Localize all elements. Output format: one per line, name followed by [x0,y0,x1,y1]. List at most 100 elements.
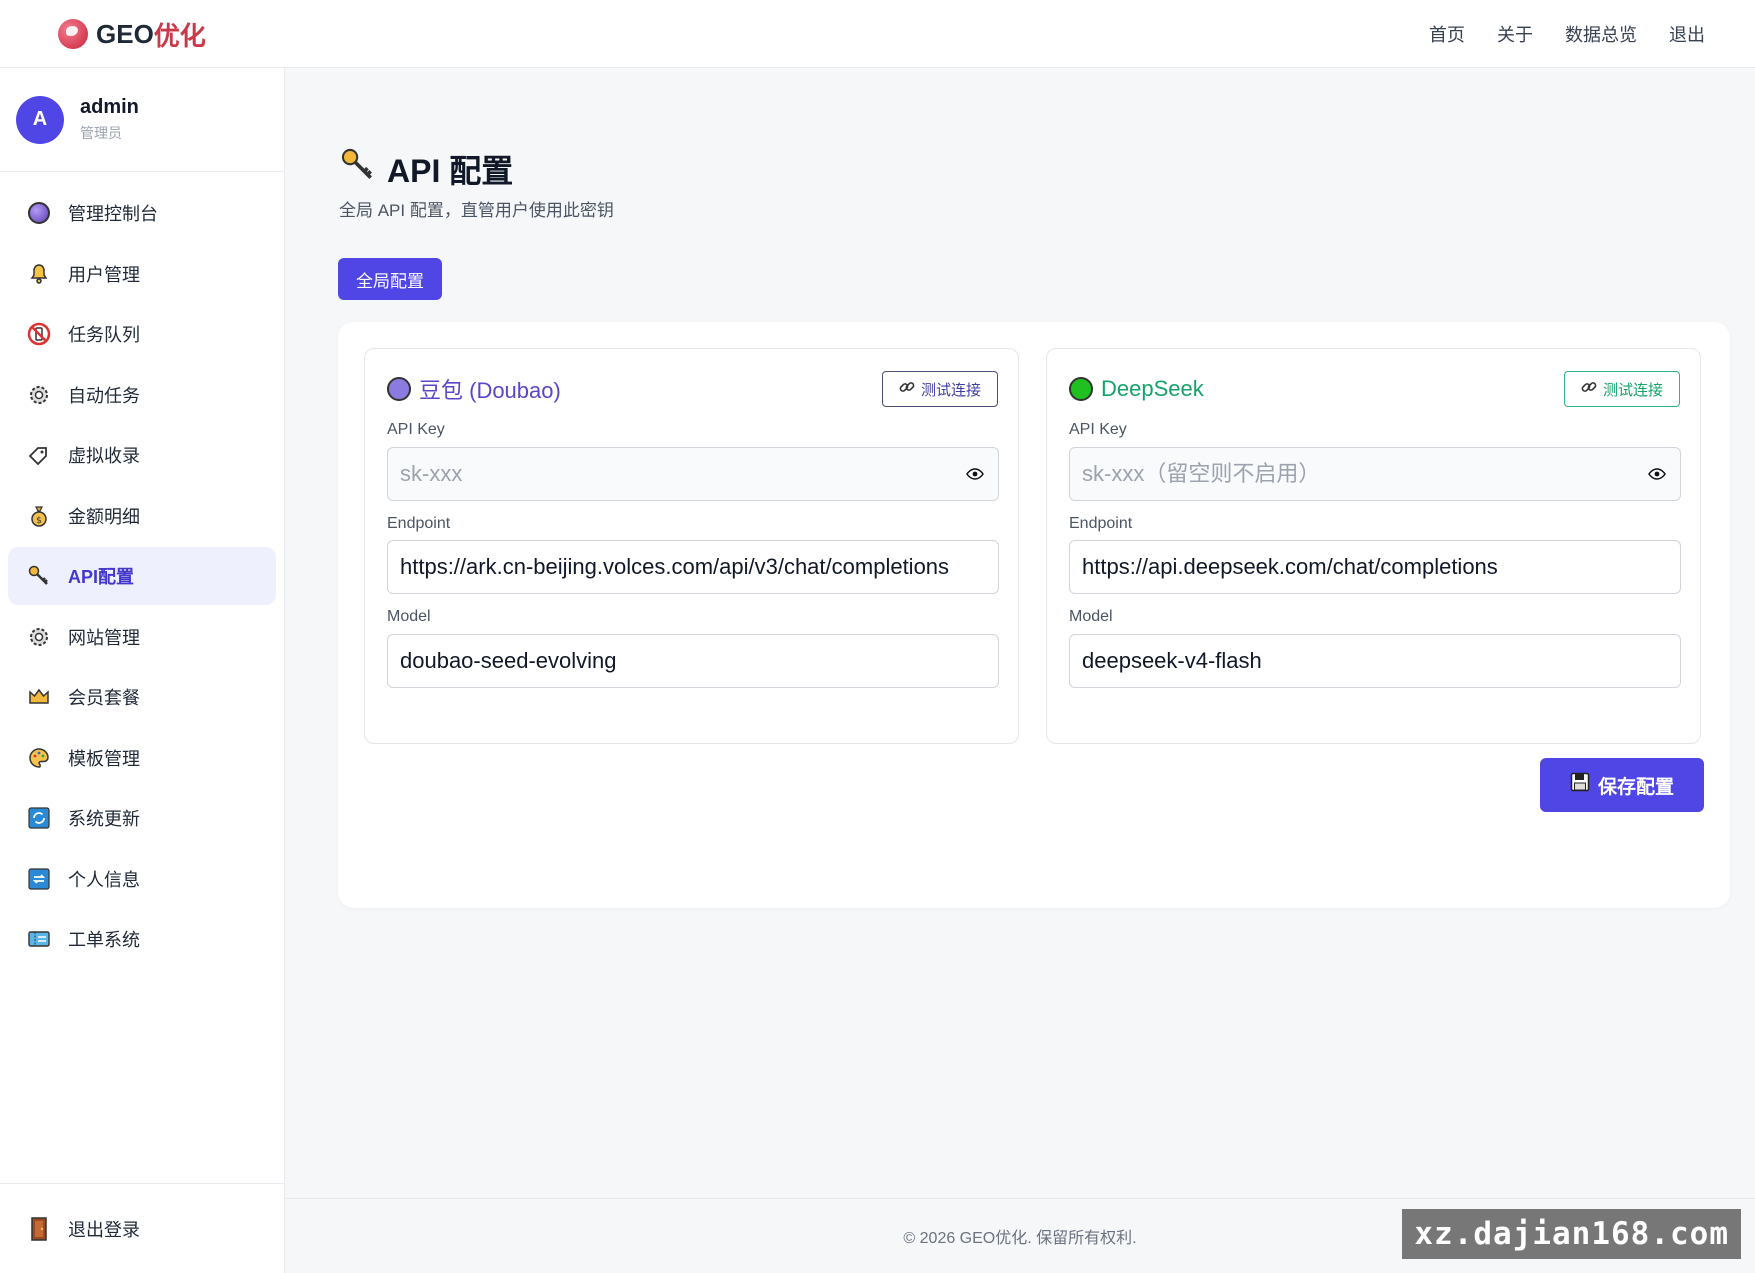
bell-icon [26,261,52,287]
link-icon [899,379,915,399]
door-icon [26,1216,52,1242]
nav-exit[interactable]: 退出 [1669,21,1705,47]
model-value: deepseek-v4-flash [1082,648,1262,673]
model-label: Model [387,608,431,625]
copyright-text: © 2026 GEO优化. 保留所有权利. [903,1230,1137,1247]
sidebar-item-label: 模板管理 [68,748,140,769]
sidebar-item-amount-detail[interactable]: $ 金额明细 [8,487,276,545]
sidebar-item-site-management[interactable]: 网站管理 [8,608,276,666]
sidebar: A admin 管理员 管理控制台 用户管理 任务队列 自动任务 虚拟收录 $ … [0,68,285,1273]
sidebar-item-label: 虚拟收录 [68,446,140,466]
sidebar-item-virtual-index[interactable]: 虚拟收录 [8,426,276,484]
card-header: DeepSeek 测试连接 [1069,371,1680,407]
sidebar-item-membership[interactable]: 会员套餐 [8,668,276,726]
sidebar-item-users[interactable]: 用户管理 [8,245,276,303]
link-icon [1581,379,1597,399]
model-label: Model [1069,608,1113,625]
tab-global-config[interactable]: 全局配置 [338,258,442,300]
endpoint-value: https://api.deepseek.com/chat/completion… [1082,554,1498,579]
api-key-field[interactable] [1069,447,1681,501]
page-subtitle: 全局 API 配置，直管用户使用此密钥 [339,201,614,220]
page-title-text: API 配置 [387,153,514,189]
brand-suffix: 优化 [153,20,206,51]
endpoint-label: Endpoint [1069,515,1133,532]
sidebar-item-templates[interactable]: 模板管理 [8,729,276,787]
globe-icon [58,19,88,49]
floppy-disk-icon [1570,772,1590,798]
logout-button[interactable]: 退出登录 [0,1183,284,1273]
refresh-icon [26,805,52,831]
config-panel: 豆包 (Doubao) 测试连接 API Key Endpoint https:… [338,322,1730,908]
api-key-input[interactable] [400,461,964,487]
tag-icon [26,442,52,468]
user-profile: A admin 管理员 [0,68,284,172]
model-value: doubao-seed-evolving [400,648,617,673]
sidebar-item-label: 自动任务 [68,385,140,406]
brand-prefix: GEO [96,18,154,49]
no-phone-icon [26,321,52,347]
sidebar-item-label: 网站管理 [68,627,140,648]
sidebar-item-label: 个人信息 [68,869,140,890]
provider-title: 豆包 (Doubao) [387,373,561,405]
ticket-icon [26,926,52,952]
card-header: 豆包 (Doubao) 测试连接 [387,371,998,407]
provider-name: 豆包 (Doubao) [419,378,561,403]
sidebar-menu: 管理控制台 用户管理 任务队列 自动任务 虚拟收录 $ 金额明细 API配置 网… [0,172,284,983]
endpoint-label: Endpoint [387,515,451,532]
sidebar-item-auto-task[interactable]: 自动任务 [8,366,276,424]
key-icon [26,563,52,589]
sidebar-item-label: 金额明细 [68,506,140,527]
api-key-label: API Key [387,421,445,438]
api-key-input[interactable] [1082,461,1646,487]
status-dot [387,377,411,401]
palette-icon [26,745,52,771]
gear-icon [26,624,52,650]
endpoint-field[interactable]: https://api.deepseek.com/chat/completion… [1069,540,1681,594]
top-bar: GEO 优化 首页 关于 数据总览 退出 [0,0,1755,68]
sidebar-item-ticket-system[interactable]: 工单系统 [8,910,276,968]
model-field[interactable]: deepseek-v4-flash [1069,634,1681,688]
sidebar-item-system-update[interactable]: 系统更新 [8,789,276,847]
endpoint-field[interactable]: https://ark.cn-beijing.volces.com/api/v3… [387,540,999,594]
sidebar-item-label: 系统更新 [68,809,140,829]
nav-home[interactable]: 首页 [1429,21,1465,47]
sidebar-item-label: 工单系统 [68,930,140,950]
api-key-label: API Key [1069,421,1127,438]
eye-icon[interactable] [1646,463,1668,485]
svg-text:$: $ [36,516,42,526]
sidebar-item-label: 用户管理 [68,264,140,285]
provider-title: DeepSeek [1069,376,1204,402]
sidebar-item-label: 任务队列 [68,325,140,345]
top-nav: 首页 关于 数据总览 退出 [1429,0,1705,68]
key-icon [339,146,377,192]
sidebar-item-task-queue[interactable]: 任务队列 [8,305,276,363]
api-key-field[interactable] [387,447,999,501]
provider-card-doubao: 豆包 (Doubao) 测试连接 API Key Endpoint https:… [364,348,1019,744]
sidebar-item-label: 管理控制台 [68,204,158,224]
nav-about[interactable]: 关于 [1497,21,1533,47]
gear-icon [26,382,52,408]
sidebar-item-dashboard[interactable]: 管理控制台 [8,184,276,242]
user-name: admin [80,96,139,118]
nav-overview[interactable]: 数据总览 [1565,21,1637,47]
test-connection-button[interactable]: 测试连接 [881,371,998,407]
eye-icon[interactable] [964,463,986,485]
crown-icon [26,684,52,710]
sidebar-item-api-config[interactable]: API配置 [8,547,276,605]
test-connection-button[interactable]: 测试连接 [1563,371,1680,407]
brand-logo[interactable]: GEO 优化 [58,14,206,54]
provider-card-deepseek: DeepSeek 测试连接 API Key Endpoint https://a… [1046,348,1701,744]
avatar[interactable]: A [16,95,64,144]
save-config-label: 保存配置 [1597,776,1674,798]
provider-name: DeepSeek [1101,376,1204,401]
status-dot [1069,377,1093,401]
sidebar-item-profile[interactable]: 个人信息 [8,850,276,908]
repeat-icon [26,866,52,892]
page-title: API 配置 [339,146,513,192]
sidebar-item-label: 会员套餐 [68,688,140,708]
save-config-button[interactable]: 保存配置 [1539,758,1704,812]
crystal-ball-icon [26,200,52,226]
test-connection-label: 测试连接 [920,381,981,399]
model-field[interactable]: doubao-seed-evolving [387,634,999,688]
main-content: API 配置 全局 API 配置，直管用户使用此密钥 全局配置 豆包 (Doub… [285,68,1755,1273]
